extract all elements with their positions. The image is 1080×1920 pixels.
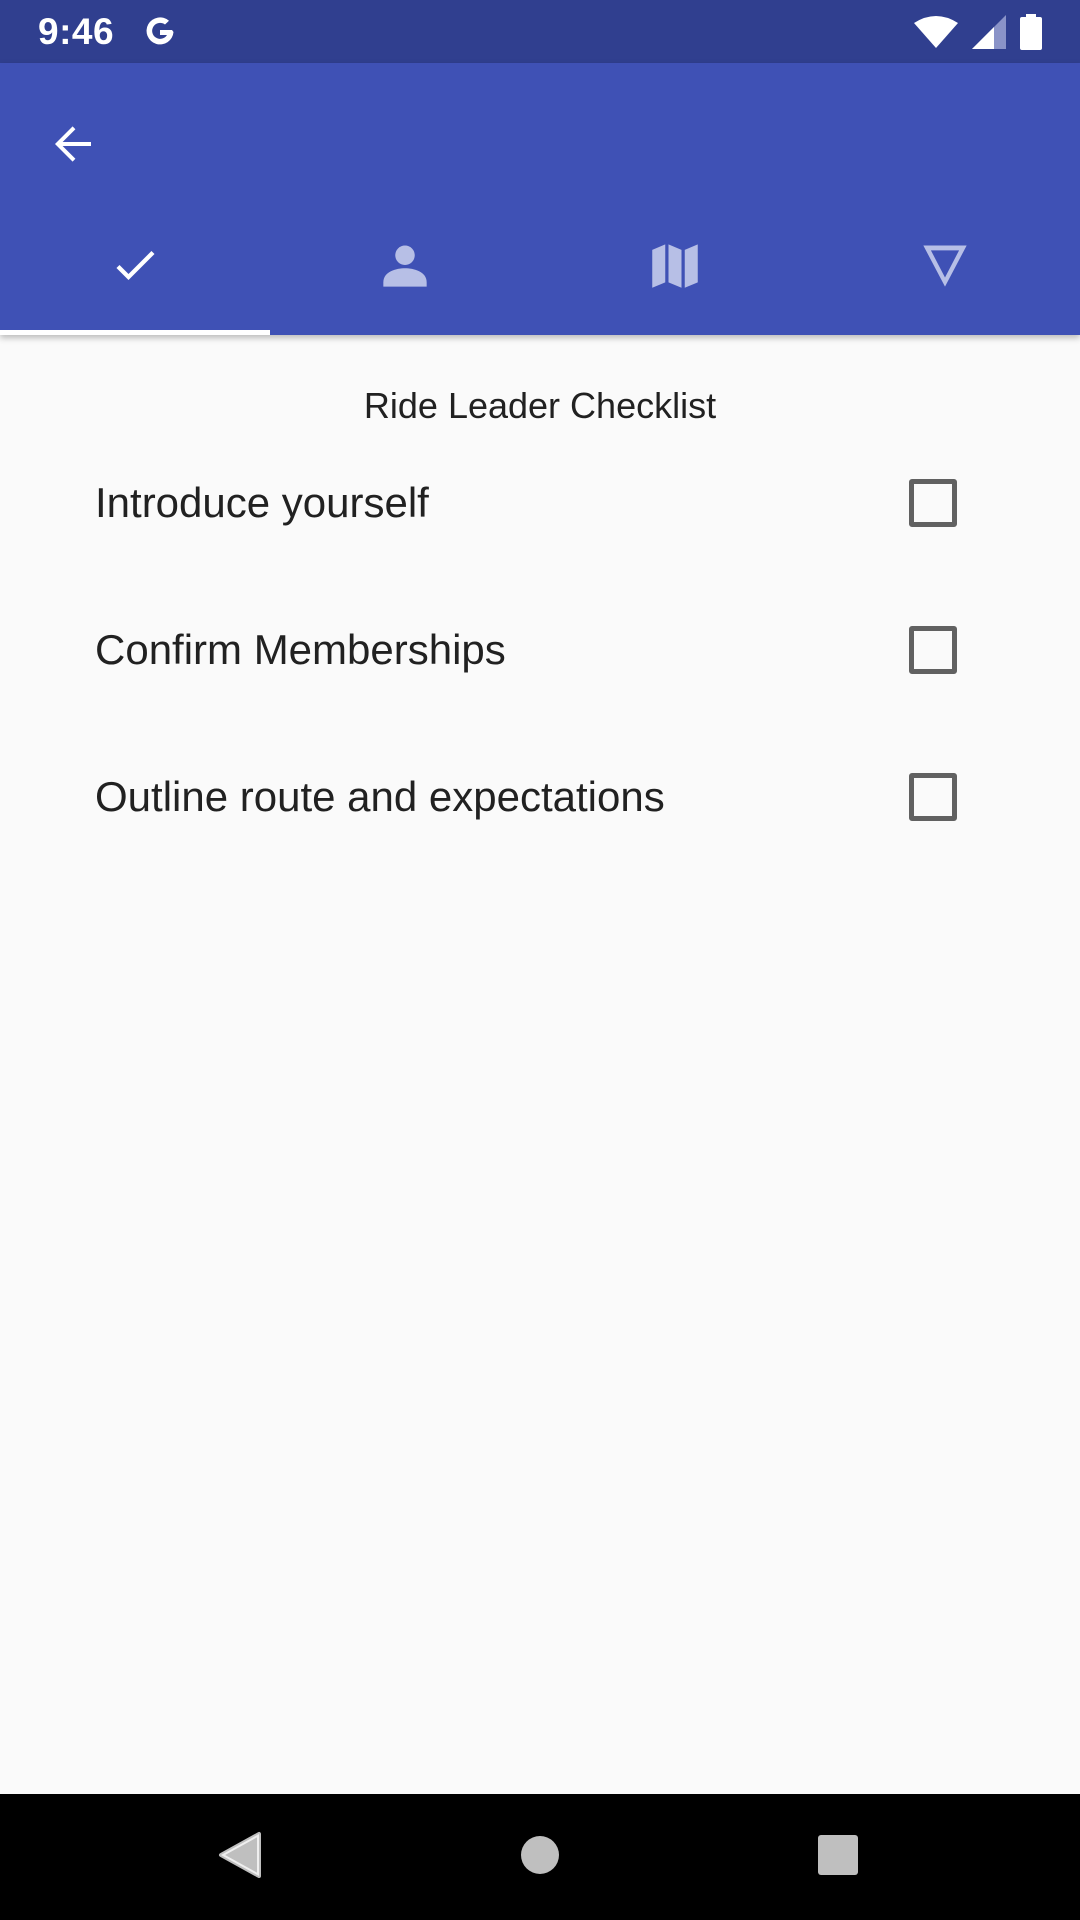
- nav-recents-button[interactable]: [798, 1817, 878, 1897]
- checklist-checkbox[interactable]: [909, 626, 957, 674]
- tab-filter[interactable]: [810, 200, 1080, 335]
- arrow-back-icon: [49, 120, 97, 173]
- nav-back-button[interactable]: [200, 1817, 280, 1897]
- checklist-item[interactable]: Introduce yourself: [0, 443, 1080, 563]
- tab-person[interactable]: [270, 200, 540, 335]
- tab-bar: [0, 200, 1080, 335]
- cell-signal-icon: [972, 14, 1006, 49]
- recents-square-icon: [818, 1834, 858, 1880]
- triangle-down-outline-icon: [919, 239, 971, 296]
- tab-map[interactable]: [540, 200, 810, 335]
- map-icon: [649, 239, 701, 296]
- back-button[interactable]: [30, 103, 116, 189]
- checklist-title: Ride Leader Checklist: [363, 385, 717, 426]
- navigation-bar: [0, 1794, 1080, 1920]
- nav-home-button[interactable]: [500, 1817, 580, 1897]
- status-time: 9:46: [38, 10, 115, 52]
- checklist-item-label: Confirm Memberships: [95, 626, 506, 673]
- status-bar: 9:46: [0, 0, 1080, 63]
- checklist-checkbox[interactable]: [909, 479, 957, 527]
- screen: 9:46 Ride Leader Checklist Introduce you…: [0, 0, 1080, 1920]
- battery-icon: [1020, 13, 1042, 50]
- person-icon: [379, 239, 431, 296]
- checklist-item[interactable]: Confirm Memberships: [0, 590, 1080, 710]
- app-bar: [0, 63, 1080, 335]
- home-circle-icon: [520, 1835, 560, 1880]
- checklist-item-label: Outline route and expectations: [95, 773, 665, 820]
- google-g-icon: [142, 14, 178, 50]
- back-triangle-icon: [217, 1830, 263, 1885]
- wifi-icon: [914, 15, 958, 49]
- status-icons: [914, 13, 1042, 50]
- checklist-checkbox[interactable]: [909, 773, 957, 821]
- checklist-item[interactable]: Outline route and expectations: [0, 737, 1080, 857]
- tab-checklist[interactable]: [0, 200, 270, 335]
- check-icon: [109, 239, 161, 296]
- checklist-item-label: Introduce yourself: [95, 479, 429, 526]
